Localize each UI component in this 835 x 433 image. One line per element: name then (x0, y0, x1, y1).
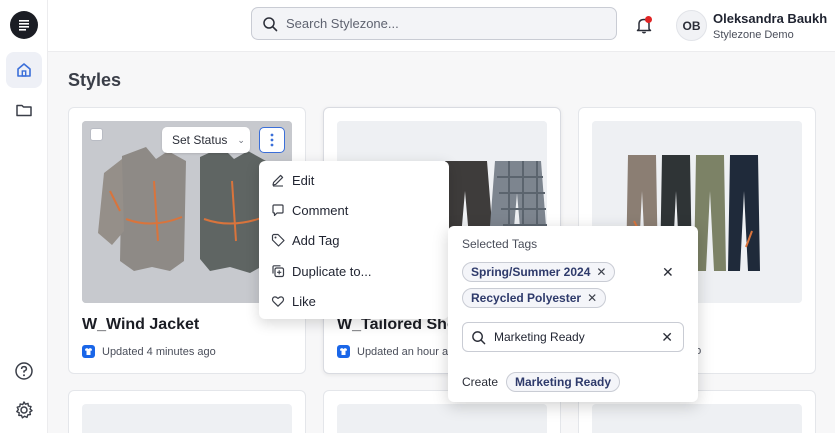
menu-item-label: Duplicate to... (292, 263, 372, 279)
search-icon (472, 330, 486, 344)
home-icon (17, 63, 31, 77)
remove-tag-icon[interactable]: ✕ (587, 291, 597, 305)
top-bar: Search Stylezone... OB Oleksandra Baukh … (48, 0, 835, 52)
tag-chip-label: Recycled Polyester (471, 291, 582, 305)
select-checkbox[interactable] (90, 128, 103, 141)
menu-item-duplicate[interactable]: Duplicate to... (271, 260, 372, 282)
help-icon (15, 362, 33, 380)
set-status-dropdown[interactable]: Set Status ⌄ (162, 127, 250, 153)
app-logo[interactable] (10, 11, 38, 39)
clear-input-icon[interactable]: ✕ (661, 329, 673, 346)
style-thumbnail[interactable] (592, 404, 802, 433)
search-input[interactable]: Search Stylezone... (251, 7, 617, 40)
menu-item-label: Add Tag (292, 232, 340, 248)
menu-item-add-tag[interactable]: Add Tag (271, 229, 339, 251)
notification-dot (645, 16, 652, 23)
tag-chip[interactable]: Recycled Polyester ✕ (462, 288, 607, 308)
more-options-button[interactable] (259, 127, 285, 153)
card-updated: Updated an hour ag (357, 345, 455, 358)
settings-button[interactable] (6, 392, 42, 428)
clear-tags-icon[interactable]: ✕ (662, 264, 674, 281)
kebab-icon (270, 133, 274, 147)
style-thumbnail[interactable] (82, 404, 292, 433)
card-title[interactable]: W_Wind Jacket (82, 316, 199, 334)
nav-home-button[interactable] (6, 52, 42, 88)
card-meta: Updated 4 minutes ago (82, 345, 216, 358)
heart-icon (271, 296, 285, 307)
tag-popover-title: Selected Tags (462, 237, 538, 251)
nav-folders-button[interactable] (6, 92, 42, 128)
page-title: Styles (68, 70, 122, 90)
folder-icon (16, 104, 32, 117)
logo-icon (19, 20, 29, 31)
menu-item-label: Edit (292, 172, 315, 188)
create-tag-button[interactable]: Marketing Ready (506, 372, 621, 392)
duplicate-icon (272, 265, 285, 278)
comment-icon (272, 204, 284, 217)
user-org: Stylezone Demo (713, 29, 794, 41)
card-meta: Updated an hour ag (337, 345, 454, 358)
shirt-icon (82, 345, 95, 358)
remove-tag-icon[interactable]: ✕ (596, 265, 606, 279)
gear-icon (16, 401, 33, 419)
tag-icon (271, 233, 285, 247)
search-icon (263, 16, 278, 31)
help-button[interactable] (6, 353, 42, 389)
menu-item-like[interactable]: Like (271, 290, 316, 312)
style-thumbnail[interactable] (337, 404, 547, 433)
tag-chip[interactable]: Spring/Summer 2024 ✕ (462, 262, 616, 282)
tag-popover: Selected Tags Spring/Summer 2024 ✕ Recyc… (448, 226, 698, 402)
tag-search-value: Marketing Ready (494, 330, 585, 344)
create-label: Create (462, 375, 499, 389)
style-card[interactable] (68, 390, 306, 433)
menu-item-label: Like (292, 293, 316, 309)
menu-item-label: Comment (292, 202, 349, 218)
pencil-icon (272, 174, 284, 187)
card-updated: Updated 4 minutes ago (102, 345, 216, 358)
search-placeholder: Search Stylezone... (286, 16, 399, 31)
user-name[interactable]: Oleksandra Baukh (713, 11, 827, 26)
tag-search-input[interactable]: Marketing Ready ✕ (462, 322, 684, 352)
create-tag-label: Marketing Ready (515, 375, 612, 389)
menu-item-comment[interactable]: Comment (271, 199, 348, 221)
tag-chip-label: Spring/Summer 2024 (471, 265, 591, 279)
chevron-down-icon: ⌄ (237, 134, 245, 145)
sidebar (0, 0, 48, 433)
shirt-icon (337, 345, 350, 358)
set-status-label: Set Status (172, 133, 228, 147)
avatar[interactable]: OB (676, 10, 707, 41)
menu-item-edit[interactable]: Edit (271, 169, 314, 191)
context-menu: Edit Comment Add Tag Duplicate to... Lik… (259, 161, 449, 319)
